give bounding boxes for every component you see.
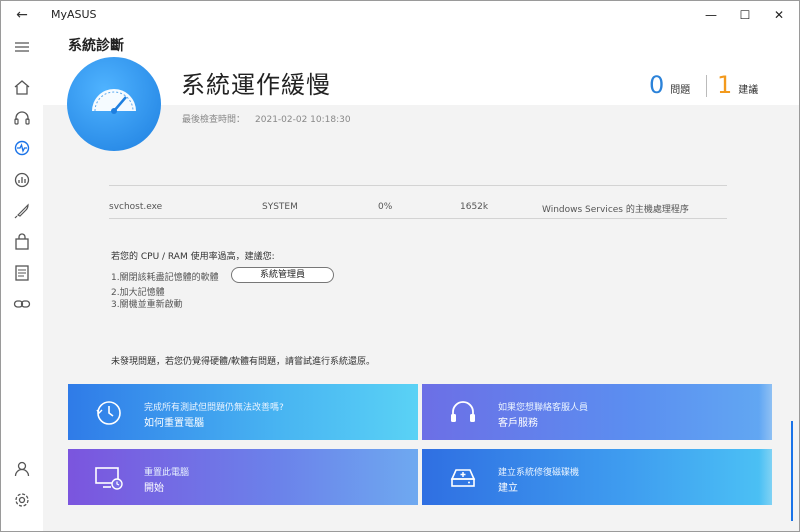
headset-icon: [451, 401, 475, 422]
home-icon[interactable]: [11, 76, 33, 98]
diagnosis-icon[interactable]: [11, 137, 33, 159]
page-title: 系統診斷: [68, 38, 124, 54]
divider: [109, 218, 727, 219]
right-fade: [759, 159, 799, 531]
reset-pc-card[interactable]: 重置此電腦 開始: [68, 449, 418, 505]
process-user: SYSTEM: [262, 202, 298, 212]
process-memory: 1652k: [460, 202, 489, 212]
drive-icon: [450, 469, 476, 487]
process-name: svchost.exe: [109, 202, 163, 212]
reset-guide-card[interactable]: 完成所有測試但問題仍無法改善嗎? 如何重置電腦: [68, 384, 418, 440]
count-divider: [706, 75, 707, 97]
issues-count[interactable]: 0 問題: [649, 71, 690, 99]
divider: [109, 185, 727, 186]
advice-step-3: 3.關機並重新啟動: [111, 300, 183, 310]
monitor-reset-icon: [95, 467, 123, 490]
process-description: Windows Services 的主機處理程序: [542, 205, 689, 215]
bag-icon[interactable]: [11, 231, 33, 253]
news-icon[interactable]: [11, 262, 33, 284]
title-bar: ← MyASUS — ☐ ✕: [1, 1, 799, 29]
back-button[interactable]: ←: [11, 5, 33, 25]
card-subtitle: 完成所有測試但問題仍無法改善嗎?: [144, 403, 284, 413]
suggestions-count-label: 建議: [738, 85, 759, 96]
gear-icon[interactable]: [11, 489, 33, 511]
headset-icon[interactable]: [11, 107, 33, 129]
clock-reset-icon: [96, 401, 121, 425]
main-content: 系統診斷 系統運作緩慢 最後檢查時間： 2021-02-02 10:18:30 0…: [43, 29, 799, 531]
issues-count-label: 問題: [670, 85, 691, 96]
app-title: MyASUS: [51, 8, 97, 21]
user-icon[interactable]: [11, 458, 33, 480]
app-window: ← MyASUS — ☐ ✕ 系統診斷 系統運作緩慢 最後檢查時間： 2021-…: [0, 0, 800, 532]
sidebar: [1, 29, 43, 531]
scrollbar[interactable]: [791, 421, 793, 521]
issues-count-value: 0: [649, 71, 665, 99]
last-check-value: 2021-02-02 10:18:30: [255, 115, 351, 125]
card-subtitle: 重置此電腦: [144, 468, 190, 478]
last-check-label: 最後檢查時間：: [182, 115, 246, 125]
process-row: svchost.exe SYSTEM 0% 1652k Windows Serv…: [109, 202, 727, 216]
status-title: 系統運作緩慢: [181, 71, 331, 99]
close-button[interactable]: ✕: [759, 3, 799, 27]
menu-icon[interactable]: [11, 36, 33, 58]
status-gauge: [67, 57, 161, 151]
performance-icon[interactable]: [11, 169, 33, 191]
advice-step-1: 1.關閉該耗盡記憶體的軟體: [111, 273, 219, 283]
card-subtitle: 如果您想聯絡客服人員: [498, 403, 589, 413]
customer-service-card[interactable]: 如果您想聯絡客服人員 客戶服務: [422, 384, 772, 440]
suggestions-count[interactable]: 1 建議: [717, 71, 758, 99]
speedometer-icon: [92, 89, 136, 114]
advice-intro: 若您的 CPU / RAM 使用率過高，建議您:: [111, 252, 275, 262]
card-title: 建立: [498, 483, 518, 494]
task-manager-button[interactable]: 系統管理員: [231, 267, 334, 283]
card-title: 開始: [144, 483, 164, 494]
card-title: 客戶服務: [498, 418, 538, 429]
last-check-time: 最後檢查時間： 2021-02-02 10:18:30: [182, 112, 351, 125]
suggestions-count-value: 1: [717, 71, 733, 99]
rocket-icon[interactable]: [11, 200, 33, 222]
process-cpu: 0%: [378, 202, 393, 212]
card-subtitle: 建立系統修復磁碟機: [498, 468, 580, 478]
card-title: 如何重置電腦: [144, 418, 204, 429]
no-issue-message: 未發現問題，若您仍覺得硬體/軟體有問題，請嘗試進行系統還原。: [111, 357, 376, 367]
recovery-drive-card[interactable]: 建立系統修復磁碟機 建立: [422, 449, 772, 505]
link-icon[interactable]: [11, 293, 33, 315]
